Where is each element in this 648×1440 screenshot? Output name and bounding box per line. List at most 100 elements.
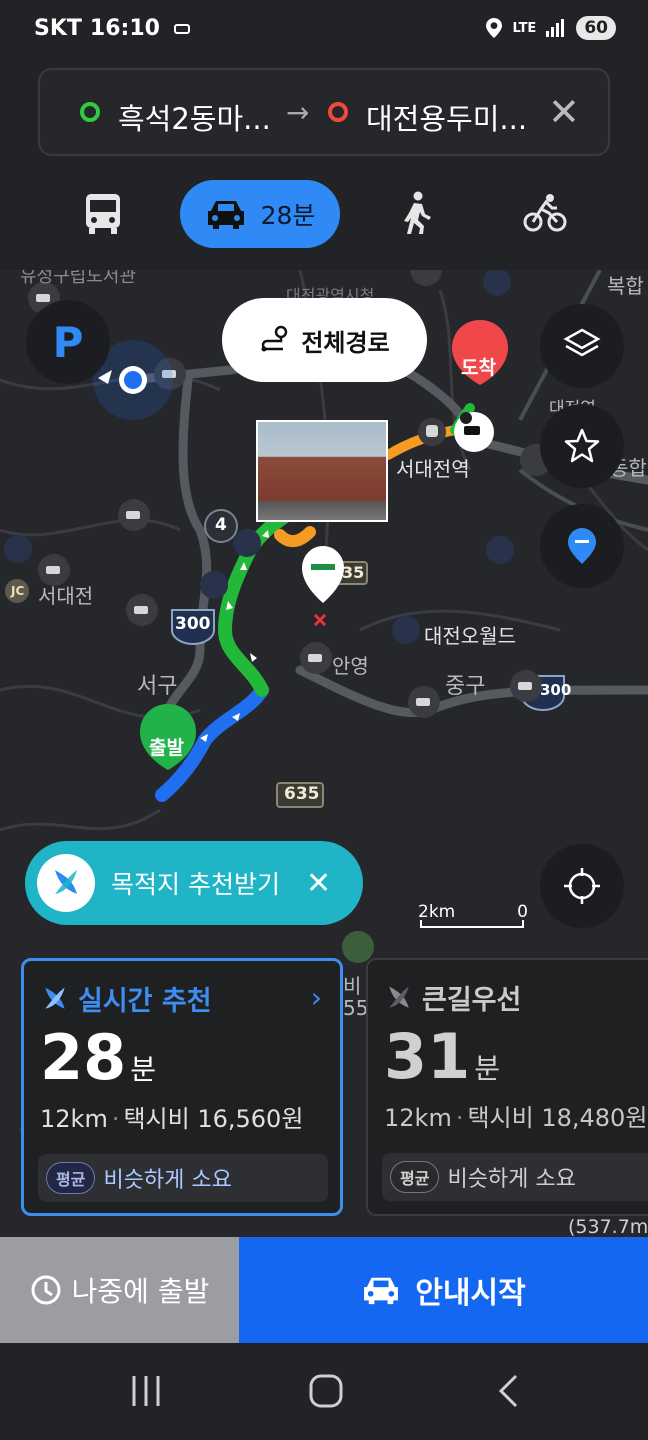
- route-card-title-label: 실시간 추천: [78, 986, 212, 1017]
- signal-icon: [546, 19, 565, 37]
- route-meta: 12km · 택시비 16,560원: [40, 1105, 304, 1133]
- close-icon[interactable]: ✕: [548, 90, 580, 134]
- destination-recommend-banner[interactable]: 목적지 추천받기 ✕: [25, 841, 363, 925]
- route-card-highway[interactable]: 큰길우선 31 분 12km · 택시비 18,480원 평균 비슷하게 소요: [366, 958, 648, 1216]
- distance-note: (537.7m): [568, 1216, 648, 1237]
- map-label-partial-bi: 비: [343, 974, 362, 998]
- traffic-compare-row: 평균 비슷하게 소요: [382, 1153, 648, 1201]
- parking-button[interactable]: P: [26, 300, 110, 384]
- bus-icon[interactable]: [80, 190, 126, 236]
- end-pin-label: 도착: [461, 357, 496, 379]
- average-badge: 평균: [390, 1161, 440, 1193]
- location-icon: [486, 18, 503, 38]
- car-icon: [364, 1277, 399, 1305]
- map-label-seodaejeon: 서대전: [38, 584, 94, 608]
- network-label: LTE: [512, 20, 537, 36]
- scale-bar: [420, 920, 524, 928]
- recent-apps-icon[interactable]: [128, 1373, 164, 1409]
- route-time-unit: 분: [474, 1052, 501, 1085]
- crosshair-icon: [564, 868, 600, 904]
- map-view[interactable]: 유성구립도서관 대전광역시청 복합 대전역 동합 서대전역 서대전 JC 대전오…: [0, 270, 648, 1237]
- traffic-compare-text: 비슷하게 소요: [103, 1168, 232, 1193]
- back-icon[interactable]: [494, 1373, 524, 1409]
- full-route-button[interactable]: 전체경로: [222, 298, 427, 382]
- route-time: 31 분: [384, 1020, 500, 1093]
- route-icon: [261, 325, 288, 352]
- tab-car[interactable]: 28분: [180, 180, 340, 248]
- map-label-partial-55: 55: [343, 996, 369, 1020]
- depart-later-label: 나중에 출발: [71, 1275, 210, 1308]
- taxi-fare: 택시비 16,560원: [123, 1105, 304, 1133]
- start-navigation-button[interactable]: 안내시작: [239, 1237, 648, 1343]
- route-time-unit: 분: [130, 1053, 157, 1086]
- recommend-logo-icon: [37, 854, 95, 912]
- route-card-realtime[interactable]: 실시간 추천 › 28 분 12km · 택시비 16,560원 평균 비슷하게 소요: [21, 958, 343, 1216]
- location-pin-icon: [568, 528, 596, 564]
- destination-label[interactable]: 대전용두미...: [366, 96, 527, 138]
- clock-icon: [31, 1275, 61, 1305]
- road-635-label: 635: [284, 784, 320, 804]
- map-label-anyoung: 안영: [332, 654, 369, 678]
- place-photo[interactable]: [256, 420, 388, 522]
- route-header: 흑석2동마... → 대전용두미... ✕ 28분: [0, 60, 648, 270]
- status-bar: SKT 16:10 LTE 60: [0, 0, 648, 60]
- route-distance: 12km: [384, 1104, 452, 1132]
- route-time: 28 분: [40, 1021, 156, 1094]
- transport-mode-tabs: 28분: [0, 180, 648, 248]
- star-icon: [564, 428, 600, 463]
- map-label-oworld: 대전오월드: [424, 624, 516, 648]
- arrow-right-icon: →: [286, 96, 310, 129]
- car-icon: [207, 201, 244, 229]
- full-route-label: 전체경로: [301, 328, 390, 357]
- route-meta: 12km · 택시비 18,480원: [384, 1104, 648, 1132]
- route-card-title: 큰길우선: [384, 978, 521, 1017]
- route-summary[interactable]: 흑석2동마... → 대전용두미... ✕: [38, 68, 610, 156]
- my-location-button[interactable]: [540, 844, 624, 928]
- chevron-right-icon[interactable]: ›: [311, 981, 322, 1014]
- map-label-top-left: 유성구립도서관: [20, 270, 136, 287]
- status-right: LTE 60: [486, 16, 616, 40]
- map-scale: 2km 0: [418, 902, 528, 928]
- bike-icon[interactable]: [522, 190, 568, 236]
- route-distance: 12km: [40, 1105, 108, 1133]
- taxi-fare: 택시비 18,480원: [467, 1104, 648, 1132]
- map-label-junggu: 중구: [445, 674, 486, 699]
- map-label-complex: 복합: [607, 274, 644, 298]
- status-left: SKT 16:10: [34, 16, 190, 41]
- map-label-seogu: 서구: [137, 674, 178, 699]
- favorite-button[interactable]: [540, 404, 624, 488]
- road-300-label: 300: [175, 614, 211, 634]
- walk-icon[interactable]: [394, 190, 440, 236]
- system-nav-bar: [0, 1343, 648, 1440]
- map-label-jc: JC: [11, 584, 25, 598]
- start-navigation-label: 안내시작: [415, 1276, 526, 1311]
- scale-left-label: 2km: [418, 902, 456, 922]
- waypoint-button[interactable]: [540, 504, 624, 588]
- origin-dot-icon: [80, 102, 100, 122]
- origin-label[interactable]: 흑석2동마...: [118, 96, 271, 138]
- average-badge: 평균: [46, 1162, 96, 1194]
- home-icon[interactable]: [308, 1373, 344, 1409]
- carrier-label: SKT: [34, 16, 82, 41]
- road-300-label-right: 300: [540, 681, 572, 699]
- depart-later-button[interactable]: 나중에 출발: [0, 1237, 239, 1343]
- clock: 16:10: [89, 16, 160, 41]
- destination-dot-icon: [328, 102, 348, 122]
- traffic-compare-text: 비슷하게 소요: [447, 1167, 576, 1192]
- recommend-label: 목적지 추천받기: [111, 870, 280, 899]
- route-time-value: 28: [40, 1021, 127, 1094]
- recommend-logo-icon: [45, 987, 65, 1009]
- scale-right-label: 0: [517, 902, 528, 922]
- layers-button[interactable]: [540, 304, 624, 388]
- close-icon[interactable]: ✕: [306, 866, 331, 901]
- route-time-value: 31: [384, 1020, 471, 1093]
- battery-indicator: 60: [576, 16, 616, 40]
- voicemail-icon: [173, 23, 190, 34]
- layers-icon: [563, 328, 601, 357]
- traffic-compare-row: 평균 비슷하게 소요: [38, 1154, 328, 1202]
- map-label-seodaejeon-station: 서대전역: [396, 457, 470, 481]
- road-4-label: 4: [215, 515, 227, 535]
- road-35-label: 35: [342, 563, 365, 582]
- start-pin-label: 출발: [149, 737, 184, 759]
- recommend-logo-icon: [389, 986, 409, 1008]
